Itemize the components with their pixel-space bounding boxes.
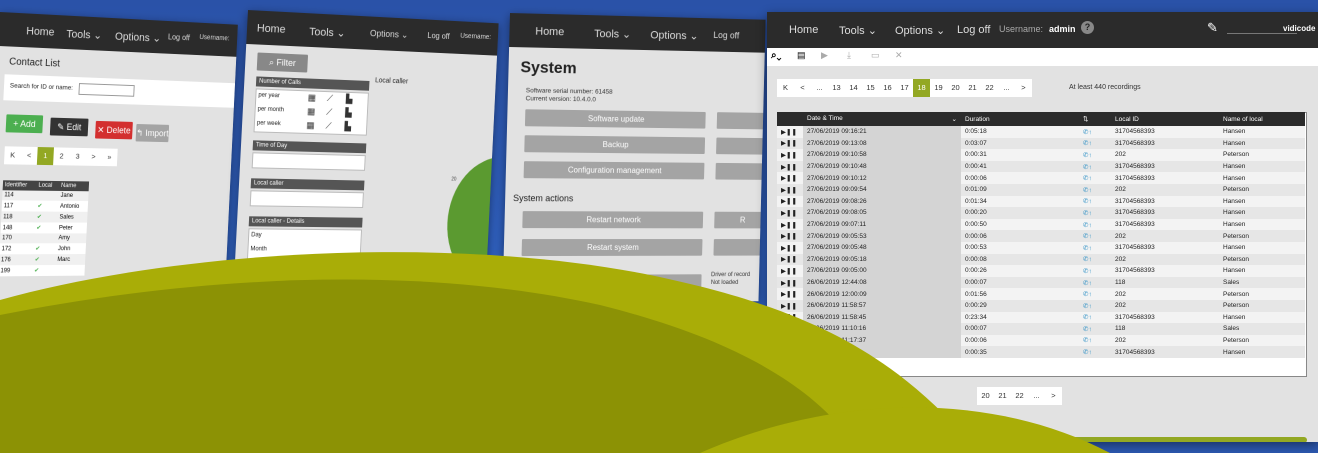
hills-decoration xyxy=(0,252,1110,453)
